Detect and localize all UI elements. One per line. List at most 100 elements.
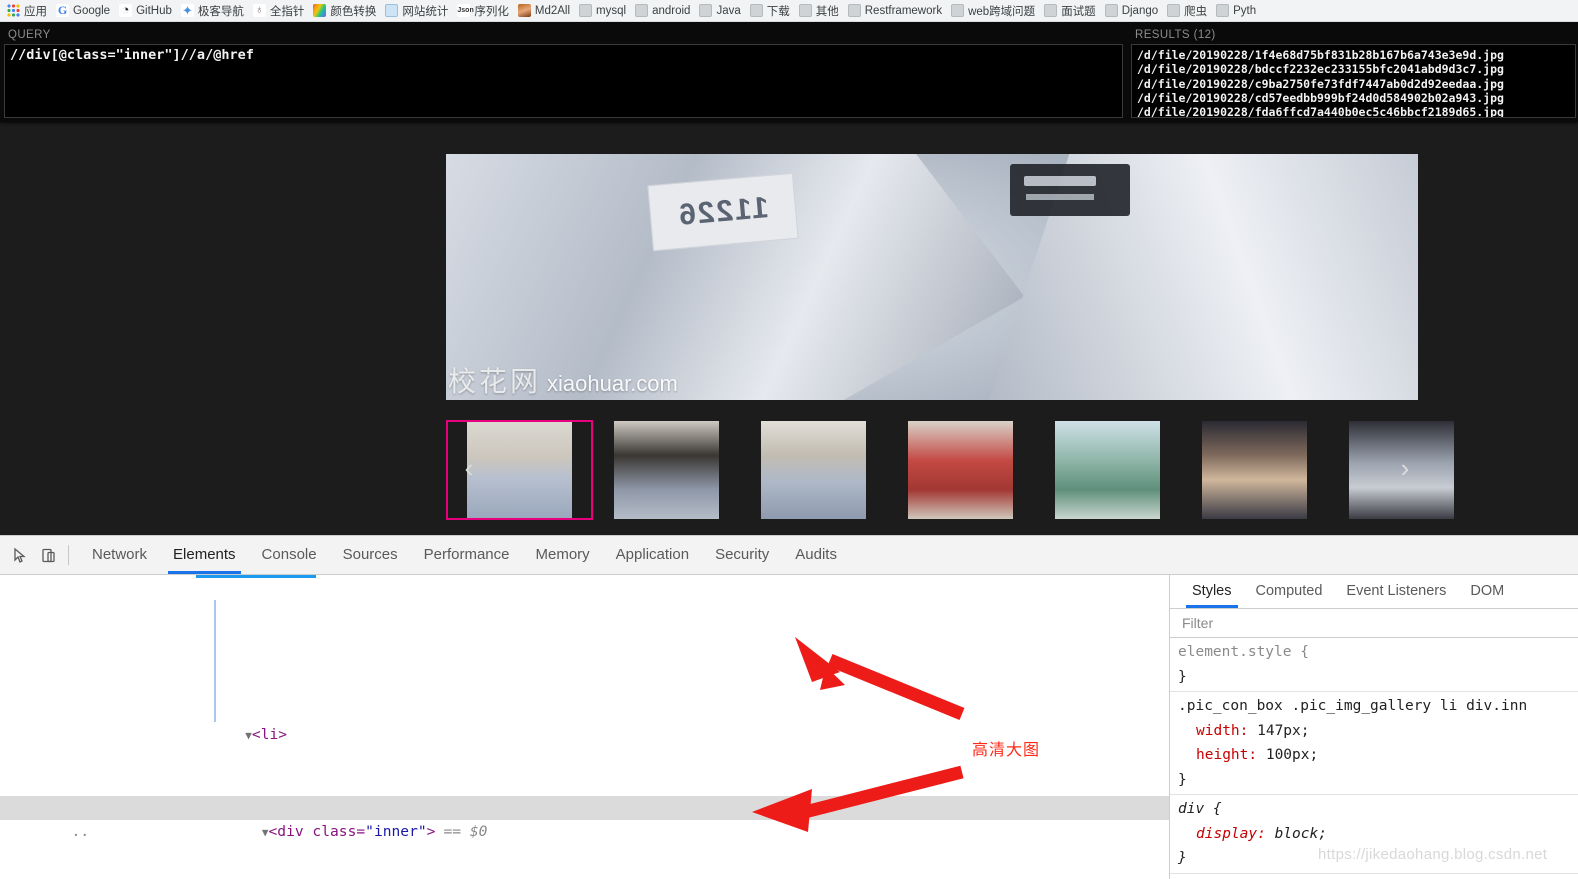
bookmark-item[interactable]: android — [632, 3, 696, 18]
xpath-helper-overlay[interactable]: QUERY //div[@class="inner"]//a/@href RES… — [0, 22, 1578, 122]
thumb-3[interactable] — [740, 420, 887, 520]
bookmark-label: Google — [73, 4, 111, 17]
dom-selected-marker: == $0 — [443, 822, 488, 840]
thumb-4[interactable] — [887, 420, 1034, 520]
css-selector[interactable]: div { — [1178, 797, 1578, 822]
dom-indent-guide — [214, 600, 216, 722]
styles-tab-styles[interactable]: Styles — [1180, 575, 1244, 608]
tab-elements[interactable]: Elements — [160, 536, 249, 574]
xpath-query-input[interactable]: //div[@class="inner"]//a/@href — [4, 44, 1123, 118]
css-rule[interactable]: element.style {} — [1170, 638, 1578, 692]
bookmark-item[interactable]: 其他 — [796, 2, 845, 20]
rainbow-icon — [313, 4, 327, 17]
styles-tab-list[interactable]: Styles Computed Event Listeners DOM — [1170, 575, 1578, 609]
gray-glyph-icon: ♁ — [252, 4, 266, 17]
bookmark-item[interactable]: 爬虫 — [1164, 2, 1213, 20]
thumbnail-image — [761, 421, 866, 519]
thumb-5[interactable] — [1034, 420, 1181, 520]
css-closing-brace: } — [1178, 771, 1187, 788]
css-property[interactable]: display: — [1178, 826, 1266, 842]
xpath-result-row[interactable]: /d/file/20190228/fda6ffcd7a440b0ec5c46bb… — [1137, 105, 1570, 117]
styles-tab-dom[interactable]: DOM — [1458, 575, 1516, 608]
css-value[interactable]: block; — [1266, 826, 1327, 842]
bookmark-label: 全指针 — [269, 5, 305, 18]
tab-audits[interactable]: Audits — [782, 536, 850, 574]
tab-network[interactable]: Network — [79, 536, 160, 574]
bookmark-item[interactable]: 下载 — [747, 2, 796, 20]
bookmark-item[interactable]: Pyth — [1213, 3, 1262, 18]
bookmark-item[interactable]: 颜色转换 — [310, 2, 382, 20]
css-rule[interactable]: .pic_con_box .pic_img_gallery li div.inn… — [1170, 692, 1578, 795]
bookmark-label: 网站统计 — [402, 5, 449, 18]
css-selector[interactable]: element.style { — [1178, 640, 1578, 665]
tab-sources[interactable]: Sources — [330, 536, 411, 574]
tab-memory[interactable]: Memory — [523, 536, 603, 574]
results-label: RESULTS (12) — [1135, 29, 1216, 41]
css-property[interactable]: height: — [1178, 747, 1257, 763]
styles-pane: Styles Computed Event Listeners DOM Filter … — [1170, 575, 1578, 879]
bookmark-label: mysql — [596, 4, 627, 17]
dom-line-selected[interactable]: .. ▼<div class="inner"> == $0 — [0, 795, 1169, 840]
bookmark-item[interactable]: G Google — [53, 3, 116, 18]
folder-icon — [951, 4, 965, 17]
gallery-prev-arrow-icon[interactable]: ‹ — [460, 452, 478, 486]
xpath-results-output[interactable]: /d/file/20190228/1f4e68d75bf831b28b167b6… — [1131, 44, 1576, 118]
expand-triangle-icon[interactable]: ▼ — [262, 826, 269, 839]
css-property[interactable]: width: — [1178, 723, 1248, 739]
tab-security[interactable]: Security — [702, 536, 782, 574]
apps-grid-icon — [7, 4, 20, 17]
css-declaration[interactable]: width: 147px; — [1178, 719, 1578, 744]
bookmark-item[interactable]: ♁ 全指针 — [250, 2, 311, 20]
thumb-6[interactable] — [1181, 420, 1328, 520]
xpath-result-row[interactable]: /d/file/20190228/cd57eedbb999bf24d0d5849… — [1137, 91, 1570, 105]
expand-triangle-icon[interactable]: ▼ — [245, 729, 252, 742]
dom-tree[interactable]: ▼<li> ..▼<div class="inner">== $0 ▼<a hr… — [0, 575, 1170, 879]
devtools-tab-list[interactable]: Network Elements Console Sources Performance… — [79, 536, 850, 574]
bookmark-item[interactable]: 应用 — [4, 2, 53, 20]
tab-performance[interactable]: Performance — [411, 536, 523, 574]
css-value[interactable]: 147px; — [1248, 723, 1309, 739]
blue-star-icon: ✦ — [180, 3, 194, 18]
bookmark-item[interactable]: 网站统计 — [382, 2, 454, 20]
tab-console[interactable]: Console — [249, 536, 330, 574]
inspect-element-icon[interactable] — [6, 541, 34, 569]
gallery-next-arrow-icon[interactable]: › — [1396, 452, 1414, 486]
xpath-result-row[interactable]: /d/file/20190228/bdccf2232ec233155bfc204… — [1137, 62, 1570, 76]
styles-filter-input[interactable]: Filter — [1170, 609, 1578, 638]
bookmark-item[interactable]: Django — [1102, 3, 1164, 18]
tab-application[interactable]: Application — [603, 536, 702, 574]
device-toolbar-icon[interactable] — [34, 541, 62, 569]
bookmark-item[interactable]: Md2All — [515, 3, 576, 18]
bookmark-item[interactable]: ✦ 极客导航 — [178, 2, 250, 20]
bookmark-item[interactable]: Restframework — [845, 3, 948, 18]
web-page-viewport: 现在位置： 首页 > 宅男女神>李玮 > 相册 11226 校花网 xiaohu… — [0, 22, 1578, 535]
bookmark-label: GitHub — [136, 4, 172, 17]
styles-rule-list[interactable]: element.style {} .pic_con_box .pic_img_ga… — [1170, 638, 1578, 874]
thumb-2[interactable] — [593, 420, 740, 520]
bookmark-item[interactable]: Json 序列化 — [454, 2, 515, 20]
css-declaration[interactable]: height: 100px; — [1178, 743, 1578, 768]
bookmark-label: android — [652, 4, 691, 17]
styles-tab-event-listeners[interactable]: Event Listeners — [1334, 575, 1458, 608]
css-selector[interactable]: .pic_con_box .pic_img_gallery li div.inn — [1178, 694, 1578, 719]
bookmark-bar[interactable]: 应用 G Google ◔ GitHub ✦ 极客导航 ♁ 全指针 颜色转换 网站统计 Json 序列化… — [0, 0, 1578, 22]
thumbnail-gallery[interactable] — [446, 420, 1475, 520]
bookmark-item[interactable]: web跨域问题 — [948, 2, 1041, 20]
dom-attr-value: "inner" — [365, 822, 427, 840]
bookmark-item[interactable]: 面试题 — [1041, 2, 1102, 20]
bookmark-item[interactable]: Java — [696, 3, 746, 18]
folder-icon — [579, 4, 593, 17]
xpath-result-row[interactable]: /d/file/20190228/c9ba2750fe73fdf7447ab0d… — [1137, 77, 1570, 91]
folder-icon — [798, 4, 812, 17]
bookmark-item[interactable]: ◔ GitHub — [116, 3, 178, 18]
css-declaration[interactable]: display: block; — [1178, 822, 1578, 847]
bookmark-item[interactable]: mysql — [576, 3, 632, 18]
dom-drag-handle[interactable] — [196, 575, 316, 578]
bookmark-label: Pyth — [1233, 4, 1257, 17]
css-value[interactable]: 100px; — [1257, 747, 1318, 763]
chart-icon — [385, 4, 399, 17]
styles-tab-computed[interactable]: Computed — [1244, 575, 1335, 608]
dom-line[interactable]: ▼<li> — [0, 698, 1169, 743]
xpath-result-row[interactable]: /d/file/20190228/1f4e68d75bf831b28b167b6… — [1137, 48, 1570, 62]
devtools-body: ▼<li> ..▼<div class="inner">== $0 ▼<a hr… — [0, 575, 1578, 879]
